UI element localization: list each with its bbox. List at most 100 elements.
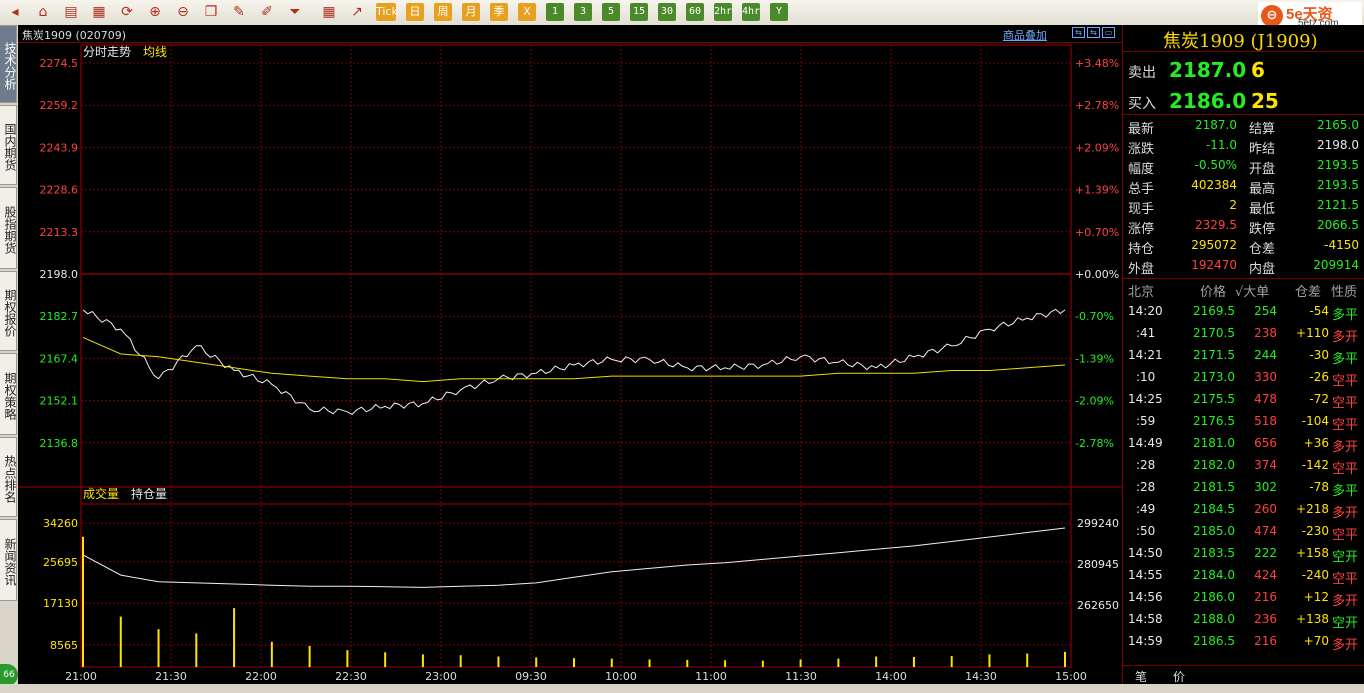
swap-left-icon[interactable]: ⇆ [1072,27,1085,38]
minute-button-3[interactable]: 15 [630,3,648,21]
period-button-2[interactable]: 月 [462,3,480,21]
tick-tabs: 笔 价 [1123,665,1364,685]
minute-button-1[interactable]: 3 [574,3,592,21]
zoom-out-icon-button[interactable]: ⊖ [174,3,192,21]
side-tab-5[interactable]: 热点排名 [0,437,17,517]
percent-axis-label: +0.00% [1075,268,1119,281]
minute-button-0[interactable]: 1 [546,3,564,21]
stat-value: -4150 [1324,238,1359,252]
tick-price: 2171.5 [1193,348,1235,362]
price-axis-label: 2274.5 [40,57,79,70]
tick-price: 2182.0 [1193,458,1235,472]
tick-type: 多开 [1332,330,1359,345]
tab-prices[interactable]: 价 [1173,668,1185,685]
tick-time: 14:25 [1128,392,1163,406]
brush-icon-button[interactable]: ✐ [258,3,276,21]
windows-icon-button[interactable]: ❐ [202,3,220,21]
tick-volume: 236 [1254,612,1277,626]
tick-type: 空平 [1332,418,1359,433]
tick-oi-change: +218 [1296,502,1329,516]
filter-icon-button[interactable]: ⏷ [286,3,304,21]
chart-canvas[interactable]: 21:00 21:30 22:00 22:30 23:00 09:30 10:00 11:00… [18,42,1122,684]
minute-button-4[interactable]: 30 [658,3,676,21]
side-tab-4[interactable]: 期权策略 [0,353,17,435]
tick-price: 2183.5 [1193,546,1235,560]
tick-oi-change: +70 [1303,634,1329,648]
divider [1123,114,1364,115]
stat-label: 涨跌 [1128,142,1155,157]
tick-volume: 260 [1254,502,1277,516]
tick-volume: 478 [1254,392,1277,406]
period-button-4[interactable]: X [518,3,536,21]
stat-label: 现手 [1128,202,1155,217]
time-tick-label: 22:30 [335,670,367,683]
percent-axis-label: -0.70% [1075,310,1114,323]
tick-type: 多开 [1332,594,1359,609]
side-tab-2[interactable]: 股指期货 [0,187,17,269]
tab-trades[interactable]: 笔 [1135,668,1147,685]
tick-oi-change: +12 [1303,590,1329,604]
swap-right-icon[interactable]: ⇆ [1087,27,1100,38]
tick-type: 空平 [1332,528,1359,543]
stat-value: 2066.5 [1317,218,1359,232]
stat-label: 结算 [1249,122,1276,137]
tick-type: 空平 [1332,374,1359,389]
side-tab-3[interactable]: 期权报价 [0,271,17,351]
tick-oi-change: -230 [1301,524,1329,538]
time-tick-label: 14:30 [965,670,997,683]
tick-oi-change: -30 [1309,348,1329,362]
minute-button-5[interactable]: 60 [686,3,704,21]
side-tab-1[interactable]: 国内期货 [0,105,17,185]
tick-chart-button[interactable]: Tick [376,3,398,21]
tick-price: 2170.5 [1193,326,1235,340]
line-chart-icon-button[interactable]: ↗ [348,3,366,21]
period-button-0[interactable]: 日 [406,3,424,21]
side-tab-0[interactable]: 技术分析 [0,25,17,103]
legend-average-line: 均线 [143,45,167,59]
commodity-overlay-link[interactable]: 商品叠加 [1003,27,1047,43]
minute-button-2[interactable]: 5 [602,3,620,21]
pencil-icon-button[interactable]: ✎ [230,3,248,21]
tick-header-type: 性质 [1331,285,1358,300]
stat-value: 2165.0 [1317,118,1359,132]
tick-time: 14:59 [1128,634,1163,648]
minute-button-6[interactable]: 2hr [714,3,732,21]
refresh-icon-button[interactable]: ⟳ [118,3,136,21]
tick-type: 多开 [1332,506,1359,521]
sell-price: 2187.0 [1169,58,1247,82]
tick-time: :28 [1136,458,1156,472]
side-tab-6[interactable]: 新闻资讯 [0,519,17,601]
tick-type: 空平 [1332,396,1359,411]
open-interest-line [82,527,1066,588]
minute-button-7[interactable]: 4hr [742,3,760,21]
tick-type: 多开 [1332,440,1359,455]
tick-volume: 216 [1254,634,1277,648]
tick-volume: 222 [1254,546,1277,560]
volume-axis-label: 17130 [43,597,78,610]
tick-oi-change: +36 [1303,436,1329,450]
period-button-1[interactable]: 周 [434,3,452,21]
tick-type: 空开 [1332,616,1359,631]
tick-volume: 244 [1254,348,1277,362]
time-tick-label: 11:00 [695,670,727,683]
stat-label: 幅度 [1128,162,1155,177]
tick-price: 2186.0 [1193,590,1235,604]
stat-value: 2 [1229,198,1237,212]
minute-button-8[interactable]: Y [770,3,788,21]
tick-time: 14:50 [1128,546,1163,560]
table-icon-button[interactable]: ▦ [320,3,338,21]
document-icon-button[interactable]: ▤ [62,3,80,21]
tick-price: 2186.5 [1193,634,1235,648]
maximize-icon[interactable]: ▭ [1102,27,1115,38]
stat-label: 内盘 [1249,262,1276,277]
symbol-code: 焦炭1909 (020709) [22,29,127,42]
zoom-in-icon-button[interactable]: ⊕ [146,3,164,21]
tick-volume: 656 [1254,436,1277,450]
period-button-3[interactable]: 季 [490,3,508,21]
stat-label: 最高 [1249,182,1276,197]
home-icon-button[interactable]: ⌂ [34,3,52,21]
percent-axis-label: +2.78% [1075,99,1119,112]
back-icon-button[interactable]: ◂ [6,3,24,21]
status-bar [0,684,1364,693]
calendar-icon-button[interactable]: ▦ [90,3,108,21]
